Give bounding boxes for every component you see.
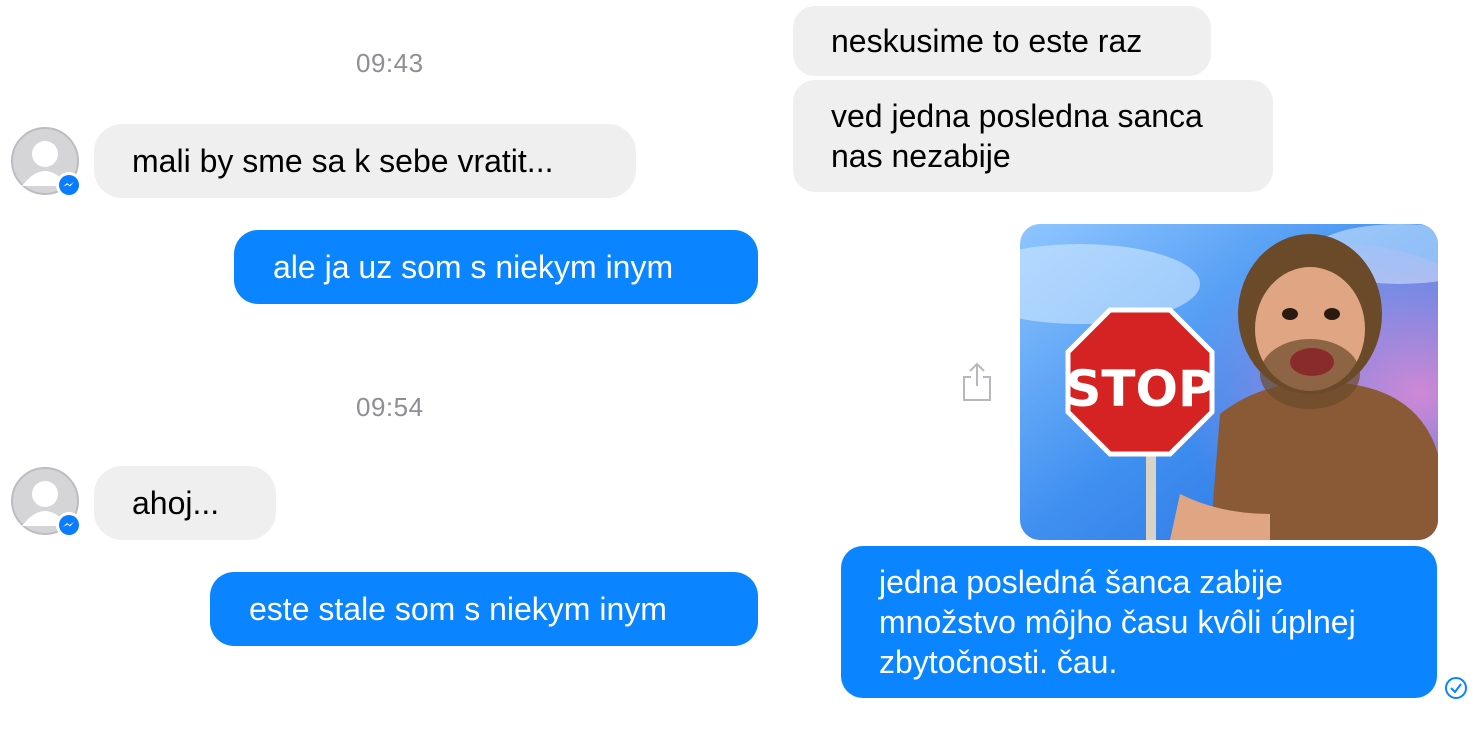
incoming-message[interactable]: neskusime to este raz bbox=[793, 6, 1211, 76]
message-text-line: množstvo môjho času kvôli úplnej bbox=[879, 604, 1356, 640]
outgoing-message[interactable]: jedna posledná šanca zabije množstvo môj… bbox=[841, 546, 1437, 698]
stop-sign-text: STOP bbox=[1065, 360, 1214, 418]
outgoing-message[interactable]: este stale som s niekym inym bbox=[210, 572, 758, 646]
share-icon[interactable] bbox=[960, 360, 994, 402]
timestamp: 09:54 bbox=[356, 392, 424, 422]
sent-check-icon bbox=[1444, 676, 1468, 700]
message-text-line: ved jedna posledna sanca bbox=[831, 98, 1203, 134]
timestamp: 09:43 bbox=[356, 48, 424, 78]
message-text: ahoj... bbox=[132, 485, 220, 521]
avatar[interactable] bbox=[10, 126, 82, 198]
message-text: este stale som s niekym inym bbox=[249, 591, 667, 627]
right-chat-panel: neskusime to este raz ved jedna posledna… bbox=[780, 0, 1478, 746]
avatar[interactable] bbox=[10, 466, 82, 538]
message-text-line: nas nezabije bbox=[831, 138, 1011, 174]
left-chat-panel: 09:43 mali by sme sa k sebe vratit... al… bbox=[0, 0, 780, 746]
message-text-line: jedna posledná šanca zabije bbox=[879, 564, 1283, 600]
messenger-badge-icon bbox=[56, 172, 82, 198]
gif-image[interactable]: STOP bbox=[1020, 224, 1438, 540]
incoming-message[interactable]: ahoj... bbox=[94, 466, 276, 540]
message-text: mali by sme sa k sebe vratit... bbox=[132, 143, 554, 179]
incoming-message[interactable]: mali by sme sa k sebe vratit... bbox=[94, 124, 636, 198]
outgoing-message[interactable]: ale ja uz som s niekym inym bbox=[234, 230, 758, 304]
message-text-line: zbytočnosti. čau. bbox=[879, 644, 1118, 680]
message-text: neskusime to este raz bbox=[831, 23, 1143, 59]
incoming-message[interactable]: ved jedna posledna sanca nas nezabije bbox=[793, 80, 1273, 192]
message-text: ale ja uz som s niekym inym bbox=[273, 249, 674, 285]
messenger-badge-icon bbox=[56, 512, 82, 538]
